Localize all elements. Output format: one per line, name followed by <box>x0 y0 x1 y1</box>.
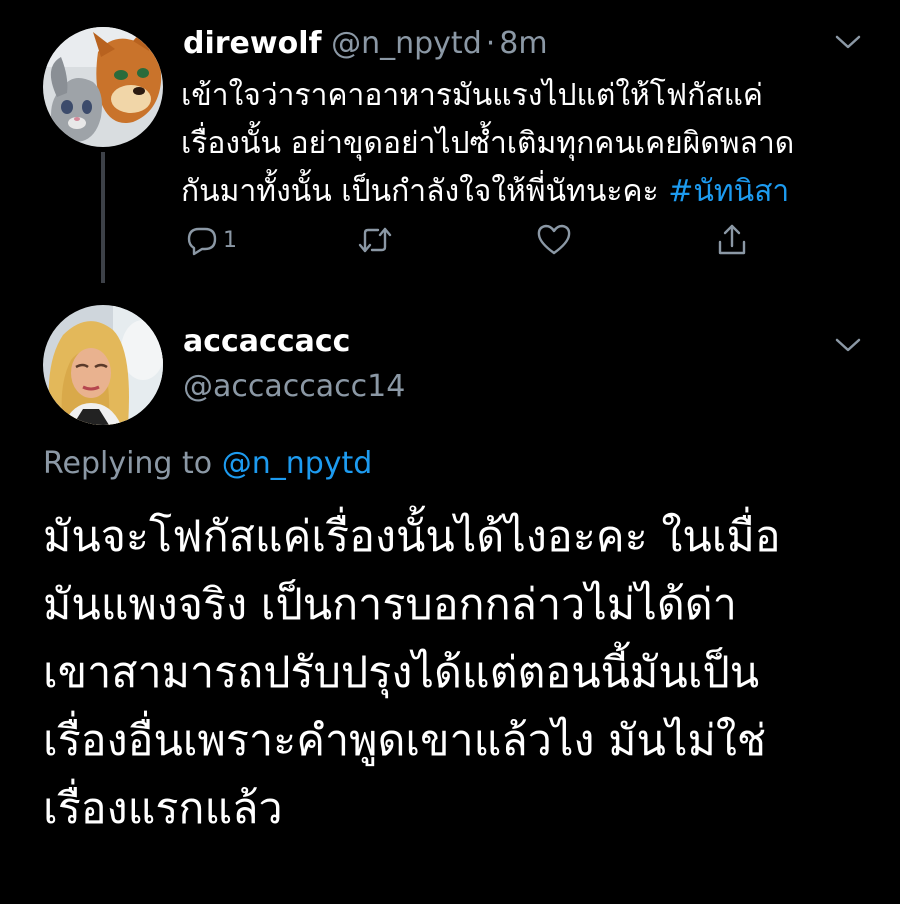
reply-count: 1 <box>223 227 237 253</box>
chevron-down-icon[interactable] <box>834 337 862 353</box>
tweet-text-line: กันมาทั้งนั้น เป็นกำลังใจให้พี่นัทนะคะ #… <box>181 168 871 216</box>
hashtag-link[interactable]: #นัทนิสา <box>668 174 789 209</box>
tweet-text-line: เรื่องแรกแล้ว <box>43 784 283 834</box>
replying-to-label: Replying to <box>43 446 213 481</box>
reply-button[interactable]: 1 <box>185 222 237 258</box>
display-name[interactable]: direwolf <box>183 26 322 61</box>
share-icon <box>718 224 746 255</box>
tweet-text-line: เขาสามารถปรับปรุงได้แต่ตอนนี้มันเป็น <box>43 648 760 698</box>
mention-link[interactable]: @n_npytd <box>222 446 373 481</box>
tweet-text: เข้าใจว่าราคาอาหารมันแรงไปแต่ให้โฟกัสแค่… <box>181 72 871 216</box>
like-button[interactable] <box>536 222 572 258</box>
tweet-text-line: เรื่องอื่นเพราะคำพูดเขาแล้วไง มันไม่ใช่ <box>43 716 767 766</box>
replying-to: Replying to @n_npytd <box>43 445 372 483</box>
retweet-icon <box>358 227 392 253</box>
tweet-text-line: มันแพงจริง เป็นการบอกกล่าวไม่ได้ด่า <box>43 580 737 630</box>
chevron-down-icon[interactable] <box>834 34 862 50</box>
separator-dot: · <box>485 26 496 61</box>
tweet-text-line: เรื่องนั้น อย่าขุดอย่าไปซ้ำเติมทุกคนเคยผ… <box>181 126 795 161</box>
tweet-text-line: เข้าใจว่าราคาอาหารมันแรงไปแต่ให้โฟกัสแค่ <box>181 78 763 113</box>
tweet-actions: 1 <box>181 222 781 262</box>
avatar[interactable] <box>43 305 163 425</box>
user-handle[interactable]: @accaccacc14 <box>183 368 405 406</box>
blonde-person-avatar <box>43 305 163 425</box>
user-handle[interactable]: @n_npytd <box>331 26 482 61</box>
share-button[interactable] <box>716 222 748 258</box>
heart-icon <box>537 224 571 255</box>
timestamp[interactable]: 8m <box>499 26 547 61</box>
thread-connector-line <box>101 152 105 283</box>
cartoon-characters-avatar <box>43 27 163 147</box>
display-name[interactable]: accaccacc <box>183 323 350 361</box>
tweet-header: direwolf @n_npytd · 8m <box>183 26 548 62</box>
reply-icon <box>187 227 217 256</box>
retweet-button[interactable] <box>356 222 394 258</box>
tweet-text-segment: กันมาทั้งนั้น เป็นกำลังใจให้พี่นัทนะคะ <box>181 174 659 209</box>
tweet-text: มันจะโฟกัสแค่เรื่องนั้นได้ไงอะคะ ในเมื่อ… <box>43 503 883 843</box>
tweet-text-line: มันจะโฟกัสแค่เรื่องนั้นได้ไงอะคะ ในเมื่อ <box>43 512 781 562</box>
avatar[interactable] <box>43 27 163 147</box>
